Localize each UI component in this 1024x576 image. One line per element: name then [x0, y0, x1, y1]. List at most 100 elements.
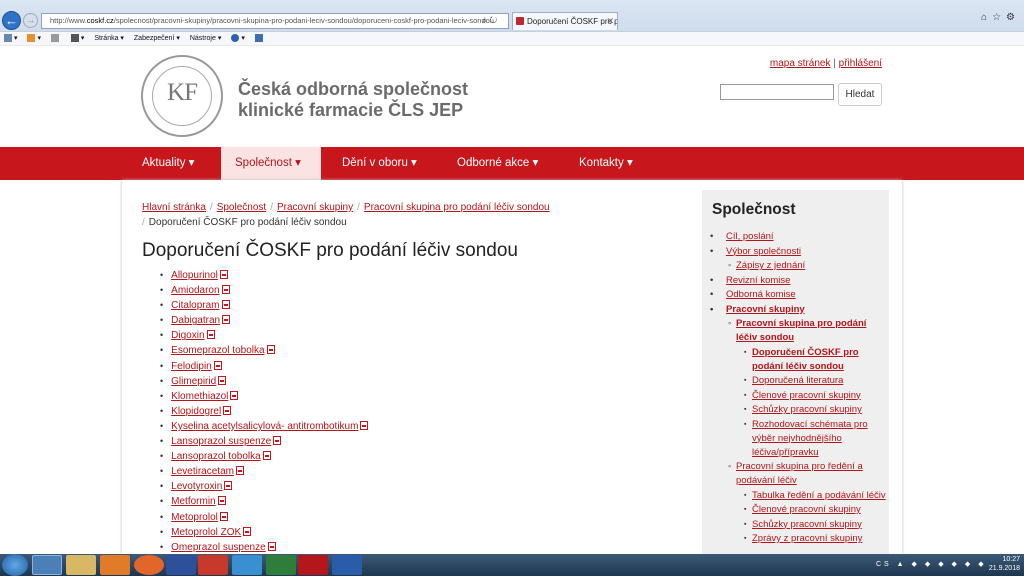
- pdf-icon[interactable]: [213, 360, 222, 370]
- sidebar-item[interactable]: Tabulka ředění a podávání léčiv: [744, 489, 889, 503]
- sidebar-item[interactable]: Pracovní skupina pro ředění a podávání l…: [728, 460, 889, 488]
- sidebar-item[interactable]: Odborná komise: [710, 288, 889, 302]
- breadcrumb-home[interactable]: Hlavní stránka: [142, 202, 206, 213]
- pdf-icon[interactable]: [262, 451, 271, 461]
- drug-link[interactable]: Kyselina acetylsalicylová- antitrombotik…: [171, 421, 358, 432]
- start-button[interactable]: [2, 554, 28, 576]
- login-link[interactable]: přihlášení: [839, 58, 882, 69]
- internet-explorer-icon[interactable]: [32, 555, 62, 575]
- clock[interactable]: 10:27 21.9.2018: [989, 555, 1020, 573]
- pdf-icon[interactable]: [224, 481, 233, 491]
- nav-item-spolecnost[interactable]: Společnost ▾: [221, 147, 321, 180]
- sidebar-item[interactable]: Pracovní skupina pro podání léčiv sondou: [728, 317, 889, 345]
- address-bar[interactable]: http://www.coskf.cz/spolecnost/pracovni-…: [41, 13, 509, 29]
- pdf-icon[interactable]: [222, 315, 231, 325]
- drug-link[interactable]: Levetiracetam: [171, 466, 234, 477]
- search-button[interactable]: Hledat: [838, 83, 882, 106]
- language-indicator[interactable]: CS: [876, 561, 892, 568]
- search-icon[interactable]: ⌕: [482, 15, 487, 25]
- drug-link[interactable]: Lansoprazol suspenze: [171, 436, 271, 447]
- system-tray-icons[interactable]: CS ▲ ◆ ◆ ◆ ◆ ◆ ◆: [876, 560, 987, 568]
- sitemap-link[interactable]: mapa stránek: [770, 58, 831, 69]
- drug-link[interactable]: Metoprolol: [171, 512, 218, 523]
- drug-link[interactable]: Omeprazol suspenze: [171, 542, 266, 553]
- drug-link[interactable]: Lansoprazol tobolka: [171, 451, 261, 462]
- pdf-icon[interactable]: [223, 405, 232, 415]
- sidebar-item[interactable]: Zprávy z pracovní skupiny: [744, 532, 889, 546]
- sidebar-item[interactable]: Doporučená literatura: [744, 374, 889, 388]
- pdf-icon[interactable]: [219, 511, 228, 521]
- gear-icon[interactable]: ⚙: [1006, 12, 1020, 23]
- breadcrumb-groups[interactable]: Pracovní skupiny: [277, 202, 353, 213]
- sidebar-item[interactable]: Cíl, poslání: [710, 230, 889, 244]
- breadcrumb-group[interactable]: Pracovní skupina pro podání léčiv sondou: [364, 202, 550, 213]
- favorites-star-icon[interactable]: ☆: [992, 12, 1006, 23]
- refresh-icon[interactable]: ↻: [490, 15, 498, 25]
- pdf-icon[interactable]: [219, 270, 228, 279]
- help-icon[interactable]: ▾: [231, 32, 245, 45]
- pdf-icon[interactable]: [230, 390, 239, 400]
- drug-link[interactable]: Metoprolol ZOK: [171, 527, 241, 538]
- nav-item-odborne-akce[interactable]: Odborné akce ▾: [443, 147, 552, 180]
- home-icon[interactable]: ⌂: [981, 12, 992, 23]
- sidebar-item[interactable]: Členové pracovní skupiny: [744, 503, 889, 517]
- sidebar-item[interactable]: Zápisy z jednání: [728, 259, 889, 273]
- menu-security[interactable]: Zabezpečení ▾: [134, 32, 180, 45]
- menu-page[interactable]: Stránka ▾: [94, 32, 124, 45]
- drug-link[interactable]: Felodipin: [171, 361, 212, 372]
- menu-tools[interactable]: Nástroje ▾: [190, 32, 222, 45]
- org-name[interactable]: Česká odborná společnost klinické farmac…: [238, 79, 468, 121]
- sidebar-item[interactable]: Revizní komise: [710, 274, 889, 288]
- society-logo[interactable]: KF: [141, 55, 223, 137]
- search-input[interactable]: [720, 84, 834, 100]
- save-app-icon[interactable]: [166, 555, 196, 575]
- pdf-icon[interactable]: [218, 375, 227, 385]
- sidebar-item[interactable]: Doporučení ČOSKF pro podání léčiv sondou: [744, 346, 889, 374]
- media-player-icon[interactable]: [100, 555, 130, 575]
- pdf-icon[interactable]: [243, 526, 252, 536]
- pdf-icon[interactable]: [221, 285, 230, 295]
- drug-link[interactable]: Levotyroxin: [171, 481, 222, 492]
- pdf-icon[interactable]: [206, 330, 215, 340]
- pdf-icon[interactable]: [221, 300, 230, 310]
- home-page-icon[interactable]: ▾: [4, 32, 18, 45]
- network-app-icon[interactable]: [232, 555, 262, 575]
- drug-link[interactable]: Glimepirid: [171, 376, 216, 387]
- drug-link[interactable]: Metformin: [171, 496, 215, 507]
- drug-link[interactable]: Esomeprazol tobolka: [171, 345, 264, 356]
- print-icon[interactable]: ▾: [70, 32, 84, 45]
- pdf-icon[interactable]: [235, 466, 244, 476]
- pdf-icon[interactable]: [360, 420, 369, 430]
- forward-arrow-icon[interactable]: →: [23, 13, 38, 28]
- file-explorer-icon[interactable]: [66, 555, 96, 575]
- sidebar-item[interactable]: Výbor společnosti: [710, 245, 889, 259]
- close-tab-icon[interactable]: ✕: [606, 13, 614, 30]
- nav-item-aktuality[interactable]: Aktuality ▾: [128, 147, 208, 180]
- mail-icon[interactable]: [50, 32, 61, 45]
- sidebar-item[interactable]: Pracovní skupiny: [710, 303, 889, 317]
- sidebar-item[interactable]: Schůzky pracovní skupiny: [744, 518, 889, 532]
- pdf-icon[interactable]: [266, 345, 275, 355]
- rss-feed-icon[interactable]: ▾: [27, 32, 41, 45]
- research-icon[interactable]: [254, 32, 265, 45]
- browser-tab[interactable]: Doporučení ČOSKF pro podá... ✕: [512, 12, 618, 30]
- back-arrow-icon[interactable]: ←: [2, 11, 21, 30]
- sidebar-item[interactable]: Rozhodovací schémata pro výběr nejvhodně…: [744, 418, 889, 460]
- pdf-icon[interactable]: [267, 541, 276, 551]
- drug-link[interactable]: Digoxin: [171, 330, 204, 341]
- sidebar-item[interactable]: Členové pracovní skupiny: [744, 389, 889, 403]
- drug-link[interactable]: Allopurinol: [171, 270, 218, 281]
- drug-link[interactable]: Klomethiazol: [171, 391, 228, 402]
- sidebar-item[interactable]: Schůzky pracovní skupiny: [744, 403, 889, 417]
- word-icon[interactable]: [332, 555, 362, 575]
- nav-item-kontakty[interactable]: Kontakty ▾: [565, 147, 647, 180]
- pdf-reader-icon[interactable]: [298, 555, 328, 575]
- drug-link[interactable]: Klopidogrel: [171, 406, 221, 417]
- breadcrumb-society[interactable]: Společnost: [217, 202, 266, 213]
- presentation-app-icon[interactable]: [198, 555, 228, 575]
- nav-item-deni-v-oboru[interactable]: Dění v oboru ▾: [328, 147, 431, 180]
- firefox-icon[interactable]: [134, 555, 164, 575]
- drug-link[interactable]: Amiodaron: [171, 285, 219, 296]
- drug-link[interactable]: Dabigatran: [171, 315, 220, 326]
- pdf-icon[interactable]: [273, 436, 282, 446]
